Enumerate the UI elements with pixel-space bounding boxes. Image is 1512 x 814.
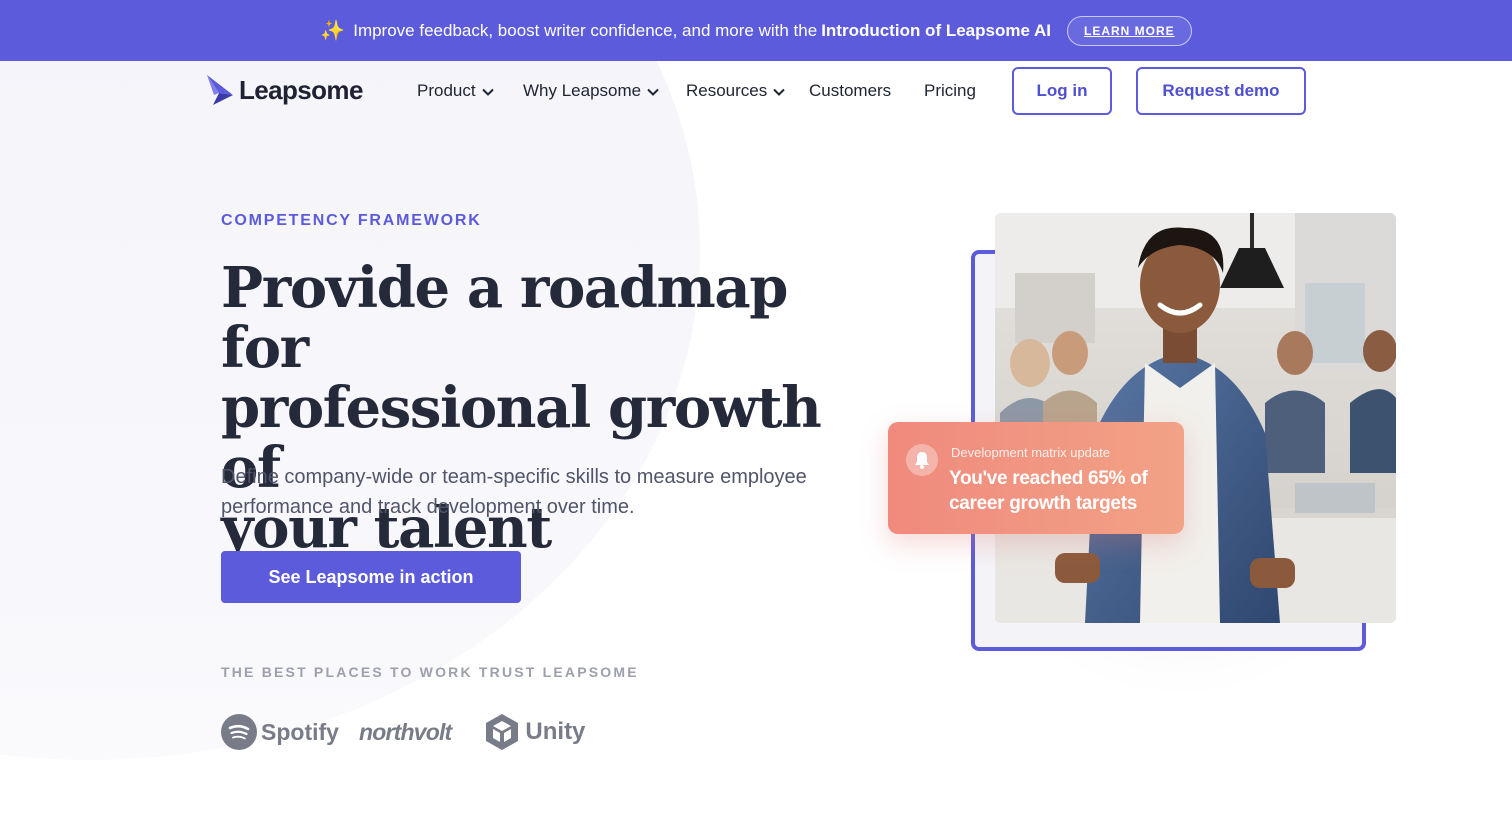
background-footer xyxy=(0,760,1512,814)
nav-pricing-label: Pricing xyxy=(924,81,976,100)
northvolt-logo: northvolt xyxy=(358,718,452,746)
spotify-logo: Spotify xyxy=(221,714,339,750)
page: ✨ Improve feedback, boost writer confide… xyxy=(0,0,1512,814)
leapsome-logo[interactable]: Leapsome xyxy=(205,73,363,107)
subtext-line: Define company-wide or team-specific ski… xyxy=(221,466,807,488)
nav-resources[interactable]: Resources xyxy=(686,81,785,101)
banner-highlight: Introduction of Leapsome AI xyxy=(821,20,1052,40)
see-leapsome-in-action-button[interactable]: See Leapsome in action xyxy=(221,551,521,603)
notification-card: Development matrix update You've reached… xyxy=(888,422,1184,534)
northvolt-wordmark: northvolt xyxy=(358,718,452,745)
request-demo-button[interactable]: Request demo xyxy=(1136,67,1306,115)
chevron-down-icon xyxy=(481,81,494,101)
hero-subtext: Define company-wide or team-specific ski… xyxy=(221,462,861,522)
nav-why-leapsome-label: Why Leapsome xyxy=(523,81,642,100)
bell-icon xyxy=(906,444,938,476)
notification-title: Development matrix update xyxy=(951,445,1110,460)
nav-customers-label: Customers xyxy=(809,81,892,100)
unity-cube-icon xyxy=(486,714,519,750)
hero-eyebrow: COMPETENCY FRAMEWORK xyxy=(221,212,482,229)
subtext-line: performance and track development over t… xyxy=(221,496,635,518)
chevron-down-icon xyxy=(647,81,659,101)
unity-wordmark: Unity xyxy=(525,718,586,745)
leapsome-bird-icon xyxy=(207,75,233,105)
login-button[interactable]: Log in xyxy=(1012,67,1112,115)
spotify-icon xyxy=(221,714,257,750)
announcement-banner: ✨ Improve feedback, boost writer confide… xyxy=(0,0,1512,61)
nav-product-label: Product xyxy=(417,81,476,100)
learn-more-button[interactable]: LEARN MORE xyxy=(1067,15,1192,46)
main-nav: Leapsome Product Why Leapsome Resources … xyxy=(0,61,1512,121)
sparkles-icon: ✨ xyxy=(320,20,346,42)
nav-pricing[interactable]: Pricing xyxy=(924,81,976,101)
spotify-wordmark: Spotify xyxy=(261,718,339,745)
hero-photo xyxy=(995,213,1396,623)
nav-resources-label: Resources xyxy=(686,81,768,100)
banner-text: Improve feedback, boost writer confidenc… xyxy=(353,20,818,40)
trust-label: THE BEST PLACES TO WORK TRUST LEAPSOME xyxy=(221,664,639,680)
notification-message: You've reached 65% of career growth targ… xyxy=(949,468,1148,514)
nav-customers[interactable]: Customers xyxy=(809,81,891,101)
headline-line: Provide a roadmap for xyxy=(221,255,788,381)
nav-why-leapsome[interactable]: Why Leapsome xyxy=(523,81,659,101)
customer-logos: Spotify northvolt Unity xyxy=(221,710,585,754)
chevron-down-icon xyxy=(773,81,785,101)
unity-logo: Unity xyxy=(485,713,585,751)
nav-product[interactable]: Product xyxy=(417,81,494,101)
logo-text: Leapsome xyxy=(239,74,363,105)
